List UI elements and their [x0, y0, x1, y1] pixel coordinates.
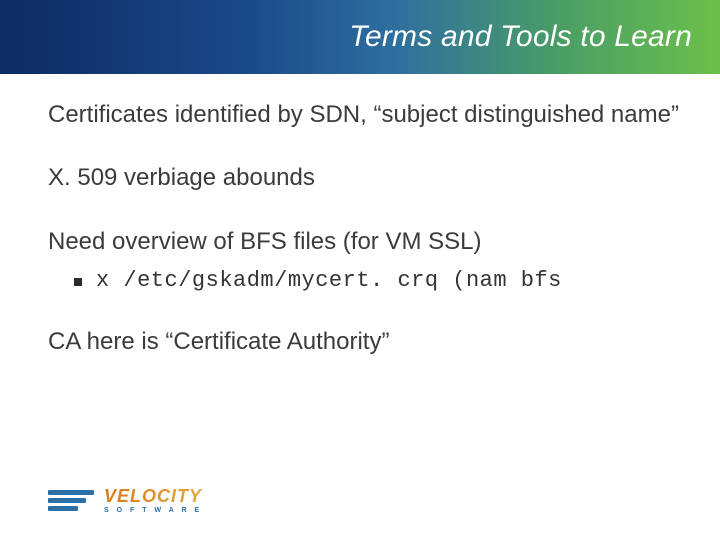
logo-mark-icon — [48, 490, 94, 511]
bullet-ca: CA here is “Certificate Authority” — [48, 327, 690, 358]
content-area: Certificates identified by SDN, “subject… — [48, 100, 690, 388]
code-line: x /etc/gskadm/mycert. crq (nam bfs — [96, 268, 562, 293]
square-bullet-icon — [74, 278, 82, 286]
logo-bar — [48, 498, 86, 503]
bullet-x509: X. 509 verbiage abounds — [48, 163, 690, 194]
logo-text: VELOCITY S O F T W A R E — [104, 487, 202, 514]
logo-bar — [48, 506, 78, 511]
slide: Terms and Tools to Learn Certificates id… — [0, 0, 720, 540]
logo-main-text: VELOCITY — [104, 487, 202, 505]
bullet-sdn: Certificates identified by SDN, “subject… — [48, 100, 690, 131]
logo: VELOCITY S O F T W A R E — [48, 487, 202, 514]
title-bar: Terms and Tools to Learn — [0, 0, 720, 74]
logo-sub-text: S O F T W A R E — [104, 507, 202, 514]
sub-bullet-code: x /etc/gskadm/mycert. crq (nam bfs — [74, 268, 690, 293]
logo-bar — [48, 490, 94, 495]
bullet-bfs: Need overview of BFS files (for VM SSL) — [48, 227, 690, 258]
slide-title: Terms and Tools to Learn — [349, 20, 692, 54]
